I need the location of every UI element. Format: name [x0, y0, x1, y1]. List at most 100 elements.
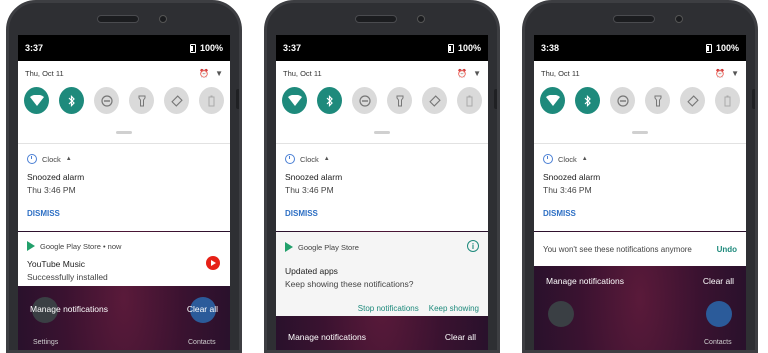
battery-saver-icon[interactable]: [715, 87, 740, 114]
wifi-icon[interactable]: [282, 87, 307, 114]
status-bar: 3:38 100%: [534, 35, 746, 61]
contacts-app-label: Contacts: [188, 339, 216, 346]
quick-settings-panel: Thu, Oct 11 ⏰ ▼: [276, 61, 488, 143]
clear-all-button[interactable]: Clear all: [187, 304, 218, 314]
earpiece: [97, 15, 139, 23]
screen: 3:38 100% Thu, Oct 11 ⏰ ▼ Clock ▲ Snoozed …: [534, 35, 746, 350]
flashlight-icon[interactable]: [387, 87, 412, 114]
battery-level: 100%: [715, 43, 739, 53]
clock-icon: [543, 154, 553, 164]
clock-notification[interactable]: Clock ▲ Snoozed alarm Thu 3:46 PM DISMISS: [18, 143, 230, 231]
auto-rotate-icon[interactable]: [680, 87, 705, 114]
drag-handle[interactable]: [632, 131, 648, 134]
status-time: 3:37: [25, 43, 44, 53]
settings-app-icon[interactable]: [548, 301, 574, 327]
bluetooth-icon[interactable]: [575, 87, 600, 114]
flashlight-icon[interactable]: [129, 87, 154, 114]
do-not-disturb-icon[interactable]: [94, 87, 119, 114]
auto-rotate-icon[interactable]: [422, 87, 447, 114]
youtube-music-icon: [206, 256, 220, 270]
wifi-status-icon: ▼: [731, 68, 739, 78]
battery-icon: [447, 43, 454, 53]
notifications-blocked-row: You won't see these notifications anymor…: [534, 232, 746, 266]
manage-notifications-button[interactable]: Manage notifications: [30, 304, 108, 314]
phone-frame-3: 3:38 100% Thu, Oct 11 ⏰ ▼ Clock ▲ Snoozed …: [522, 0, 758, 353]
notif-app-name: Clock: [558, 154, 577, 164]
contacts-app-label: Contacts: [704, 339, 732, 346]
notif-title: Updated apps: [285, 266, 338, 276]
power-button: [752, 89, 755, 109]
play-store-notification[interactable]: Google Play Store • now YouTube Music Su…: [18, 232, 230, 286]
wifi-status-icon: ▼: [473, 68, 481, 78]
alarm-icon: ⏰: [715, 68, 726, 78]
status-time: 3:37: [283, 43, 302, 53]
status-bar: 3:37 100%: [18, 35, 230, 61]
quick-settings-panel: Thu, Oct 11 ⏰ ▼: [534, 61, 746, 143]
phone-frame-2: 3:37 100% Thu, Oct 11 ⏰ ▼ Clock ▲ Snoozed …: [264, 0, 500, 353]
alarm-icon: ⏰: [199, 68, 210, 78]
qs-date: Thu, Oct 11: [541, 68, 580, 78]
notif-text: Thu 3:46 PM: [27, 185, 76, 195]
info-icon[interactable]: i: [467, 240, 479, 252]
wifi-icon[interactable]: [540, 87, 565, 114]
notif-title: YouTube Music: [27, 259, 85, 269]
screen: 3:37 100% Thu, Oct 11 ⏰ ▼ Clock ▲ Snoozed …: [18, 35, 230, 350]
status-time: 3:38: [541, 43, 560, 53]
chevron-up-icon[interactable]: ▲: [66, 156, 72, 162]
notif-text: Successfully installed: [27, 272, 108, 282]
play-store-icon: [285, 242, 293, 252]
notif-title: Snoozed alarm: [285, 172, 343, 182]
manage-notifications-button[interactable]: Manage notifications: [288, 332, 366, 342]
chevron-up-icon[interactable]: ▲: [582, 156, 588, 162]
dismiss-button[interactable]: DISMISS: [27, 209, 60, 218]
do-not-disturb-icon[interactable]: [352, 87, 377, 114]
stop-notifications-button[interactable]: Stop notifications: [358, 304, 419, 313]
notif-text: Keep showing these notifications?: [285, 279, 414, 289]
qs-date: Thu, Oct 11: [25, 68, 64, 78]
clock-icon: [285, 154, 295, 164]
keep-showing-button[interactable]: Keep showing: [429, 304, 479, 313]
battery-saver-icon[interactable]: [199, 87, 224, 114]
clear-all-button[interactable]: Clear all: [445, 332, 476, 342]
notif-text: Thu 3:46 PM: [285, 185, 334, 195]
status-bar: 3:37 100%: [276, 35, 488, 61]
dismiss-button[interactable]: DISMISS: [285, 209, 318, 218]
notif-app-name: Clock: [42, 154, 61, 164]
do-not-disturb-icon[interactable]: [610, 87, 635, 114]
bluetooth-icon[interactable]: [317, 87, 342, 114]
auto-rotate-icon[interactable]: [164, 87, 189, 114]
front-camera: [675, 15, 683, 23]
battery-icon: [189, 43, 196, 53]
earpiece: [613, 15, 655, 23]
phone-frame-1: 3:37 100% Thu, Oct 11 ⏰ ▼ Clock ▲ Snoozed …: [6, 0, 242, 353]
alarm-icon: ⏰: [457, 68, 468, 78]
battery-level: 100%: [457, 43, 481, 53]
bluetooth-icon[interactable]: [59, 87, 84, 114]
battery-icon: [705, 43, 712, 53]
contacts-app-icon[interactable]: [706, 301, 732, 327]
drag-handle[interactable]: [374, 131, 390, 134]
undo-button[interactable]: Undo: [717, 245, 737, 254]
play-store-icon: [27, 241, 35, 251]
manage-notifications-button[interactable]: Manage notifications: [546, 276, 624, 286]
settings-app-label: Settings: [33, 339, 59, 346]
clock-icon: [27, 154, 37, 164]
clear-all-button[interactable]: Clear all: [703, 276, 734, 286]
clock-notification[interactable]: Clock ▲ Snoozed alarm Thu 3:46 PM DISMISS: [276, 143, 488, 231]
notif-title: Snoozed alarm: [27, 172, 85, 182]
drag-handle[interactable]: [116, 131, 132, 134]
battery-level: 100%: [199, 43, 223, 53]
notif-app-name: Google Play Store: [298, 242, 359, 252]
wifi-icon[interactable]: [24, 87, 49, 114]
earpiece: [355, 15, 397, 23]
chevron-up-icon[interactable]: ▲: [324, 156, 330, 162]
qs-date: Thu, Oct 11: [283, 68, 322, 78]
dismiss-button[interactable]: DISMISS: [543, 209, 576, 218]
battery-saver-icon[interactable]: [457, 87, 482, 114]
notif-app-name: Clock: [300, 154, 319, 164]
play-store-notification[interactable]: Google Play Store i Updated apps Keep sh…: [276, 232, 488, 316]
power-button: [494, 89, 497, 109]
flashlight-icon[interactable]: [645, 87, 670, 114]
quick-settings-panel: Thu, Oct 11 ⏰ ▼: [18, 61, 230, 143]
clock-notification[interactable]: Clock ▲ Snoozed alarm Thu 3:46 PM DISMISS: [534, 143, 746, 231]
